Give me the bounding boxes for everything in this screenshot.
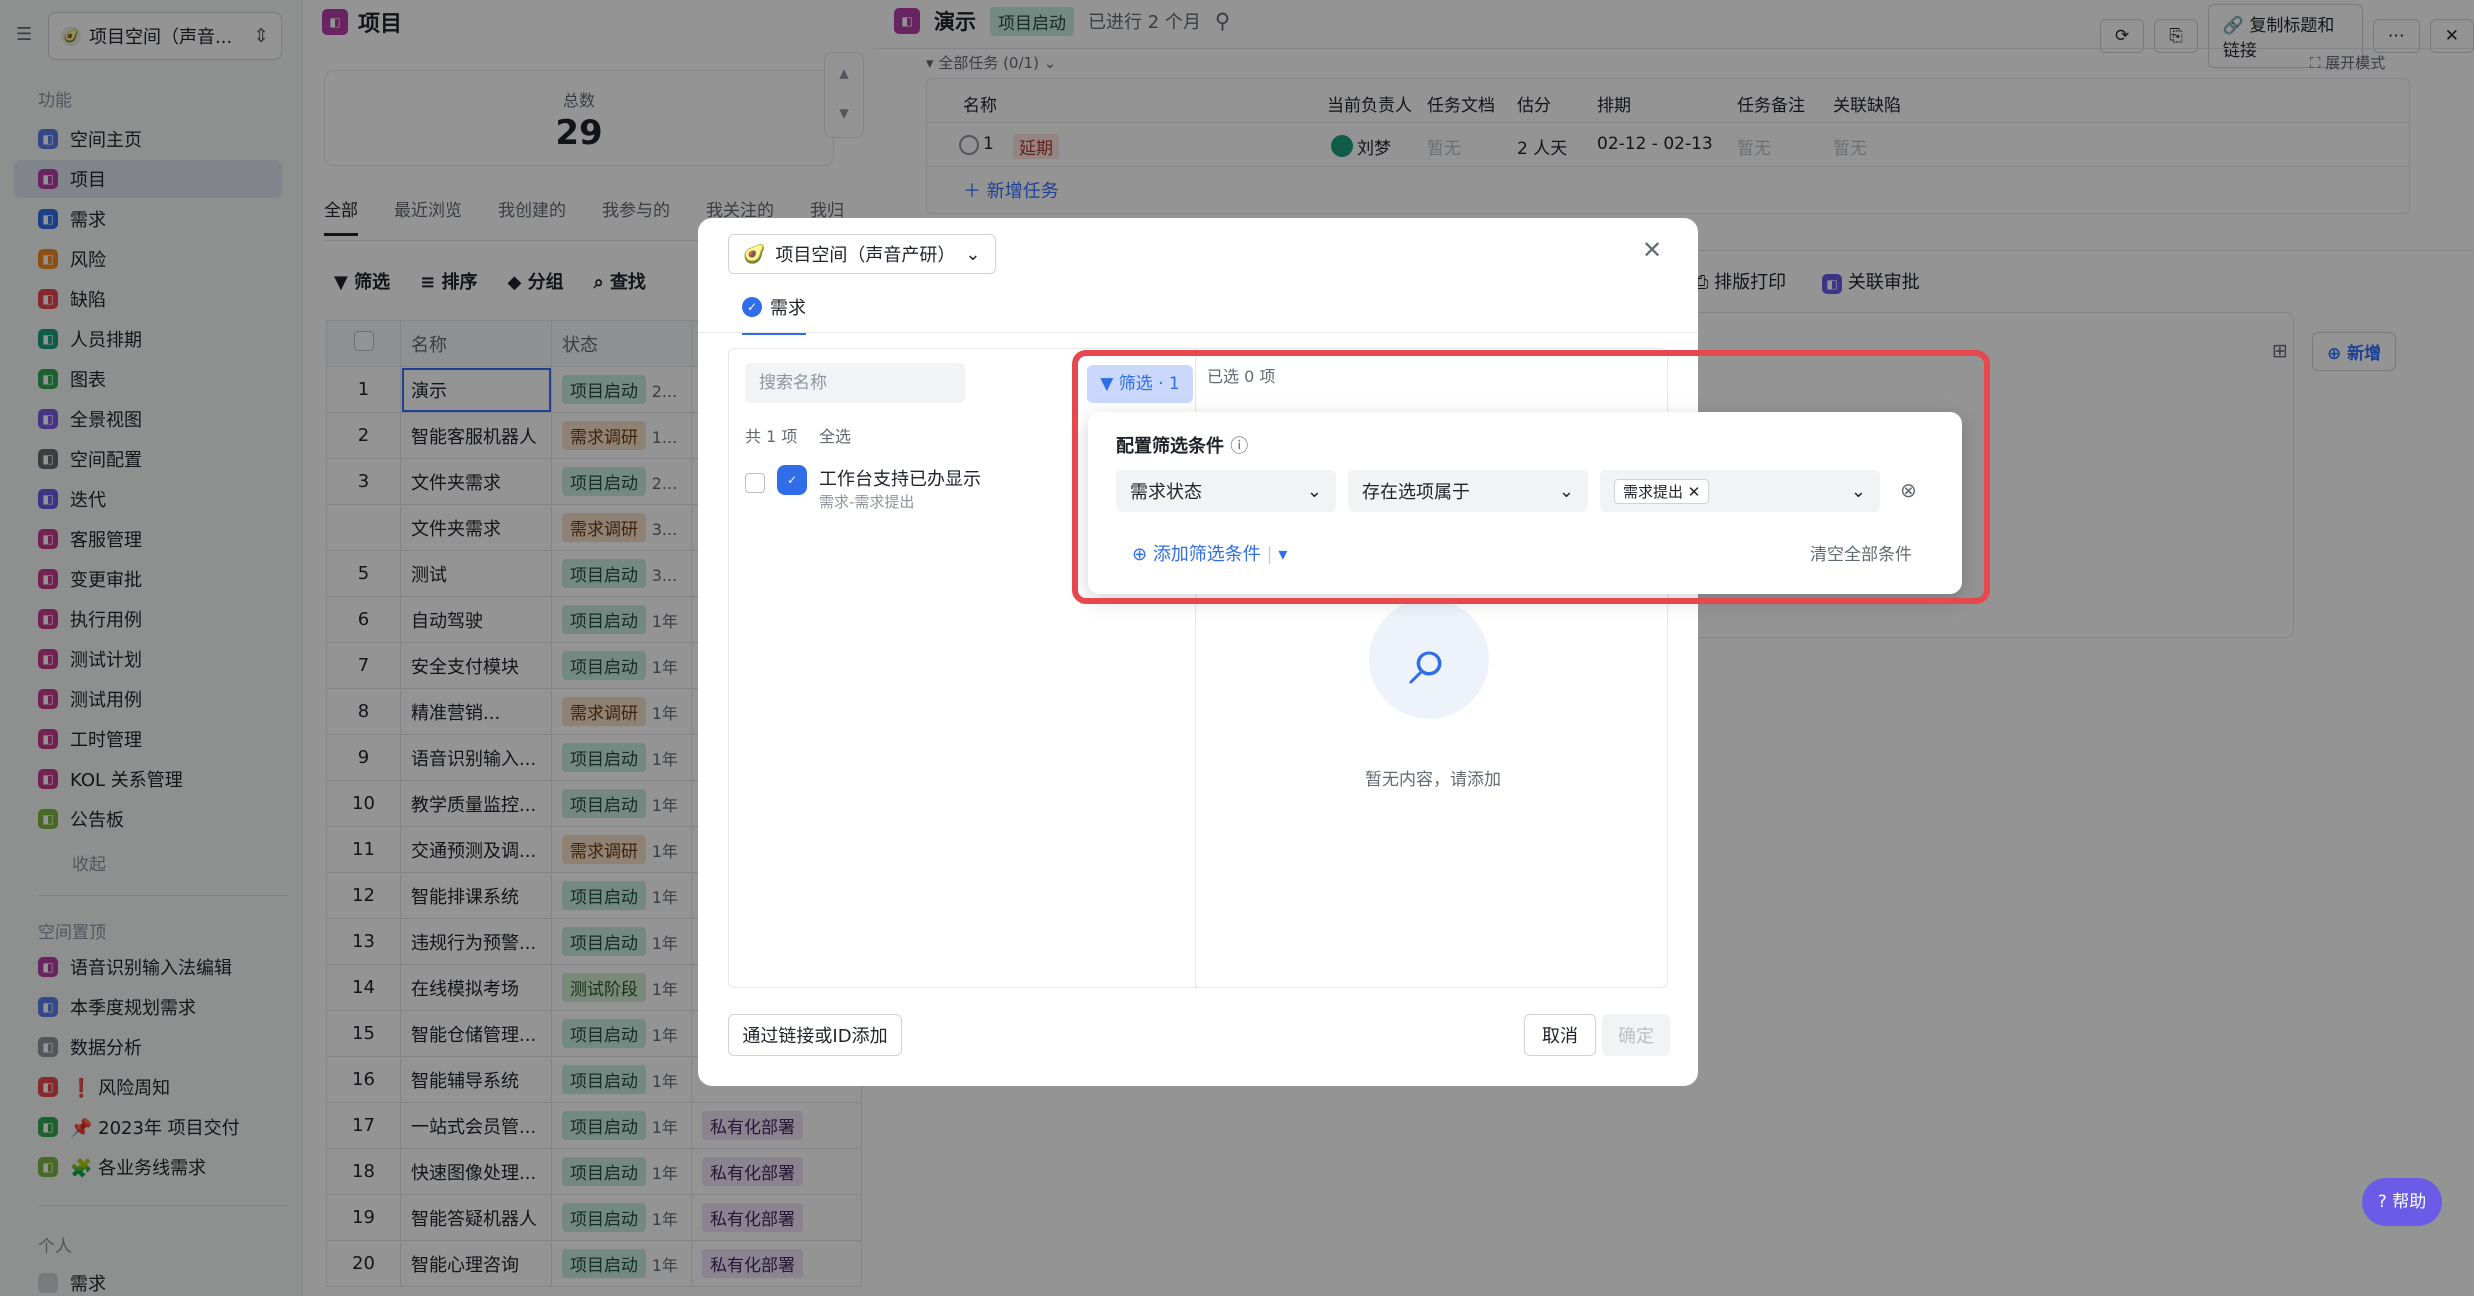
empty-illustration-icon: ⌕: [1369, 599, 1489, 719]
modal-space-name: 项目空间（声音产研）: [775, 245, 956, 266]
modal-search-input[interactable]: 搜索名称: [745, 363, 965, 403]
result-item[interactable]: ✓ 工作台支持已办显示 需求-需求提出: [745, 465, 981, 512]
modal-space-select[interactable]: 🥑 项目空间（声音产研） ⌄: [728, 234, 996, 274]
result-item-sub: 需求-需求提出: [819, 493, 915, 511]
empty-text: 暂无内容，请添加: [1365, 770, 1501, 790]
confirm-button[interactable]: 确定: [1602, 1014, 1670, 1056]
result-count: 共 1 项: [745, 427, 798, 446]
requirement-icon: ✓: [777, 465, 807, 495]
result-checkbox[interactable]: [745, 473, 765, 493]
result-item-title: 工作台支持已办显示: [819, 469, 981, 490]
help-button[interactable]: ? 帮助: [2362, 1178, 2442, 1226]
tab-requirement[interactable]: ✓ 需求: [742, 294, 806, 335]
select-all-link[interactable]: 全选: [819, 423, 851, 447]
modal-close-icon[interactable]: ✕: [1642, 236, 1662, 264]
cancel-button[interactable]: 取消: [1524, 1014, 1596, 1056]
space-avatar-icon: 🥑: [743, 243, 766, 265]
highlight-box: [1072, 350, 1990, 604]
chevron-down-icon: ⌄: [965, 243, 981, 265]
add-by-link-button[interactable]: 通过链接或ID添加: [728, 1014, 902, 1056]
add-requirement-modal: 🥑 项目空间（声音产研） ⌄ ✕ ✓ 需求 搜索名称 ▼ 筛选 · 1 已选 0…: [698, 218, 1698, 1086]
requirement-icon: ✓: [742, 297, 762, 317]
